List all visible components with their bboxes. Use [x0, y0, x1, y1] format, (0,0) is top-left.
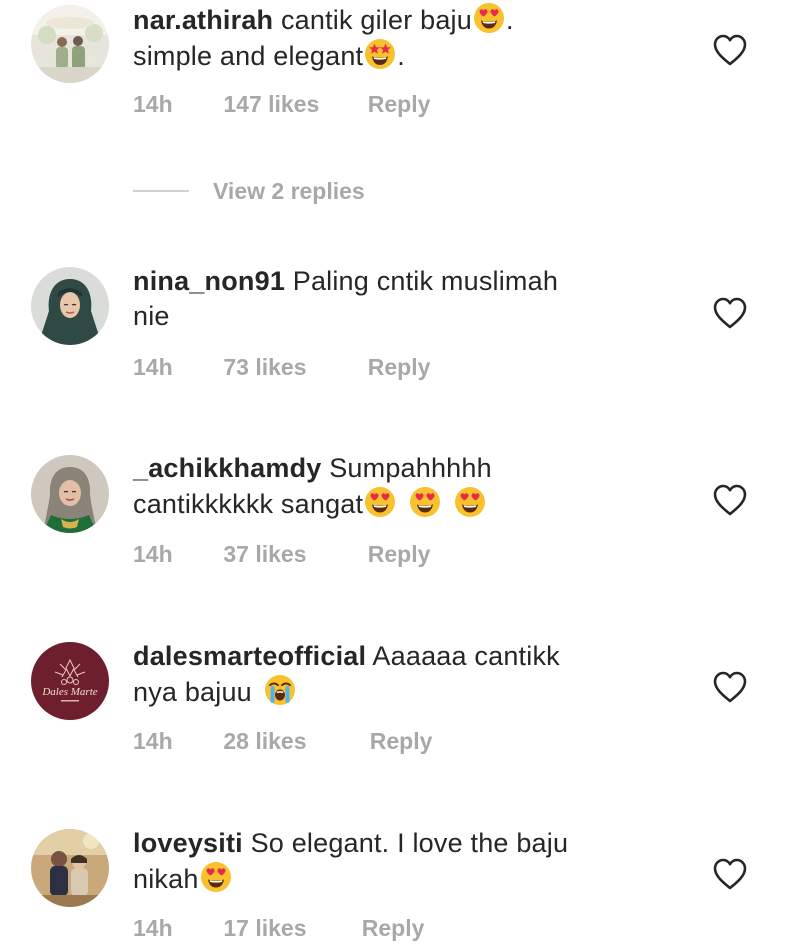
heart-eyes-emoji-icon: [409, 486, 441, 518]
comment-likes[interactable]: 73 likes: [223, 353, 361, 381]
star-struck-emoji-icon: [364, 38, 396, 70]
comment-body-line2: nikah: [133, 864, 199, 894]
view-replies-label: View 2 replies: [213, 177, 365, 204]
comment-username[interactable]: dalesmarteofficial: [133, 641, 366, 671]
like-heart-icon[interactable]: [712, 670, 748, 704]
avatar[interactable]: [31, 455, 109, 533]
comment-body-punct2: .: [397, 41, 405, 71]
avatar[interactable]: [31, 5, 109, 83]
comment-username[interactable]: nar.athirah: [133, 5, 273, 35]
avatar[interactable]: [31, 829, 109, 907]
comment-text: loveysiti So elegant. I love the baju ni…: [133, 826, 673, 897]
comment-time: 14h: [133, 91, 173, 117]
comment-meta: 14h 28 likes Reply: [133, 727, 432, 755]
loudly-crying-emoji-icon: [264, 674, 296, 706]
comment-meta: 14h 147 likes Reply: [133, 90, 430, 118]
comment-body-line2: cantikkkkkk sangat: [133, 489, 364, 519]
comment-body-line2: nie: [133, 301, 170, 331]
view-replies-divider: [133, 190, 189, 192]
comment-username[interactable]: loveysiti: [133, 828, 243, 858]
comment-text: nar.athirah cantik giler baju. simple an…: [133, 2, 673, 74]
reply-button[interactable]: Reply: [370, 727, 433, 755]
reply-button[interactable]: Reply: [368, 540, 431, 568]
comment-text: dalesmarteofficial Aaaaaa cantikk nya ba…: [133, 639, 673, 710]
comment-body-line2: simple and elegant: [133, 41, 364, 71]
like-heart-icon[interactable]: [712, 483, 748, 517]
comment-body: So elegant. I love the baju: [250, 828, 569, 858]
comment-likes[interactable]: 147 likes: [223, 90, 361, 118]
avatar[interactable]: [31, 267, 109, 345]
heart-eyes-emoji-icon: [364, 486, 396, 518]
heart-eyes-emoji-icon: [200, 861, 232, 893]
comment-time: 14h: [133, 728, 173, 754]
comment-time: 14h: [133, 915, 173, 941]
comment-meta: 14h 73 likes Reply: [133, 353, 430, 381]
avatar-brand-text: Dales Marte: [41, 686, 97, 698]
comment-meta: 14h 37 likes Reply: [133, 540, 430, 568]
view-replies-button[interactable]: View 2 replies: [133, 176, 365, 206]
comment-likes[interactable]: 28 likes: [223, 727, 363, 755]
comment-text: _achikkhamdy Sumpahhhhh cantikkkkkk sang…: [133, 451, 673, 522]
comment-time: 14h: [133, 354, 173, 380]
like-heart-icon[interactable]: [712, 296, 748, 330]
comment-username[interactable]: _achikkhamdy: [133, 453, 322, 483]
like-heart-icon[interactable]: [712, 33, 748, 67]
heart-eyes-emoji-icon: [473, 2, 505, 34]
comment-body: Aaaaaa cantikk: [372, 641, 560, 671]
comment-meta: 14h 17 likes Reply: [133, 914, 424, 942]
comment-likes[interactable]: 17 likes: [223, 914, 355, 942]
comment-text: nina_non91 Paling cntik muslimah nie: [133, 264, 673, 334]
reply-button[interactable]: Reply: [368, 90, 431, 118]
avatar[interactable]: Dales Marte: [31, 642, 109, 720]
comment-body: cantik giler baju: [280, 5, 472, 35]
comment-body: Sumpahhhhh: [329, 453, 492, 483]
comment-body: Paling cntik muslimah: [292, 266, 559, 296]
comment-body-line2: nya bajuu: [133, 677, 252, 707]
reply-button[interactable]: Reply: [362, 914, 425, 942]
comment-time: 14h: [133, 541, 173, 567]
comment-body-punct: .: [505, 5, 514, 35]
like-heart-icon[interactable]: [712, 857, 748, 891]
comment-likes[interactable]: 37 likes: [223, 540, 361, 568]
comment-username[interactable]: nina_non91: [133, 266, 285, 296]
heart-eyes-emoji-icon: [454, 486, 486, 518]
reply-button[interactable]: Reply: [368, 353, 431, 381]
